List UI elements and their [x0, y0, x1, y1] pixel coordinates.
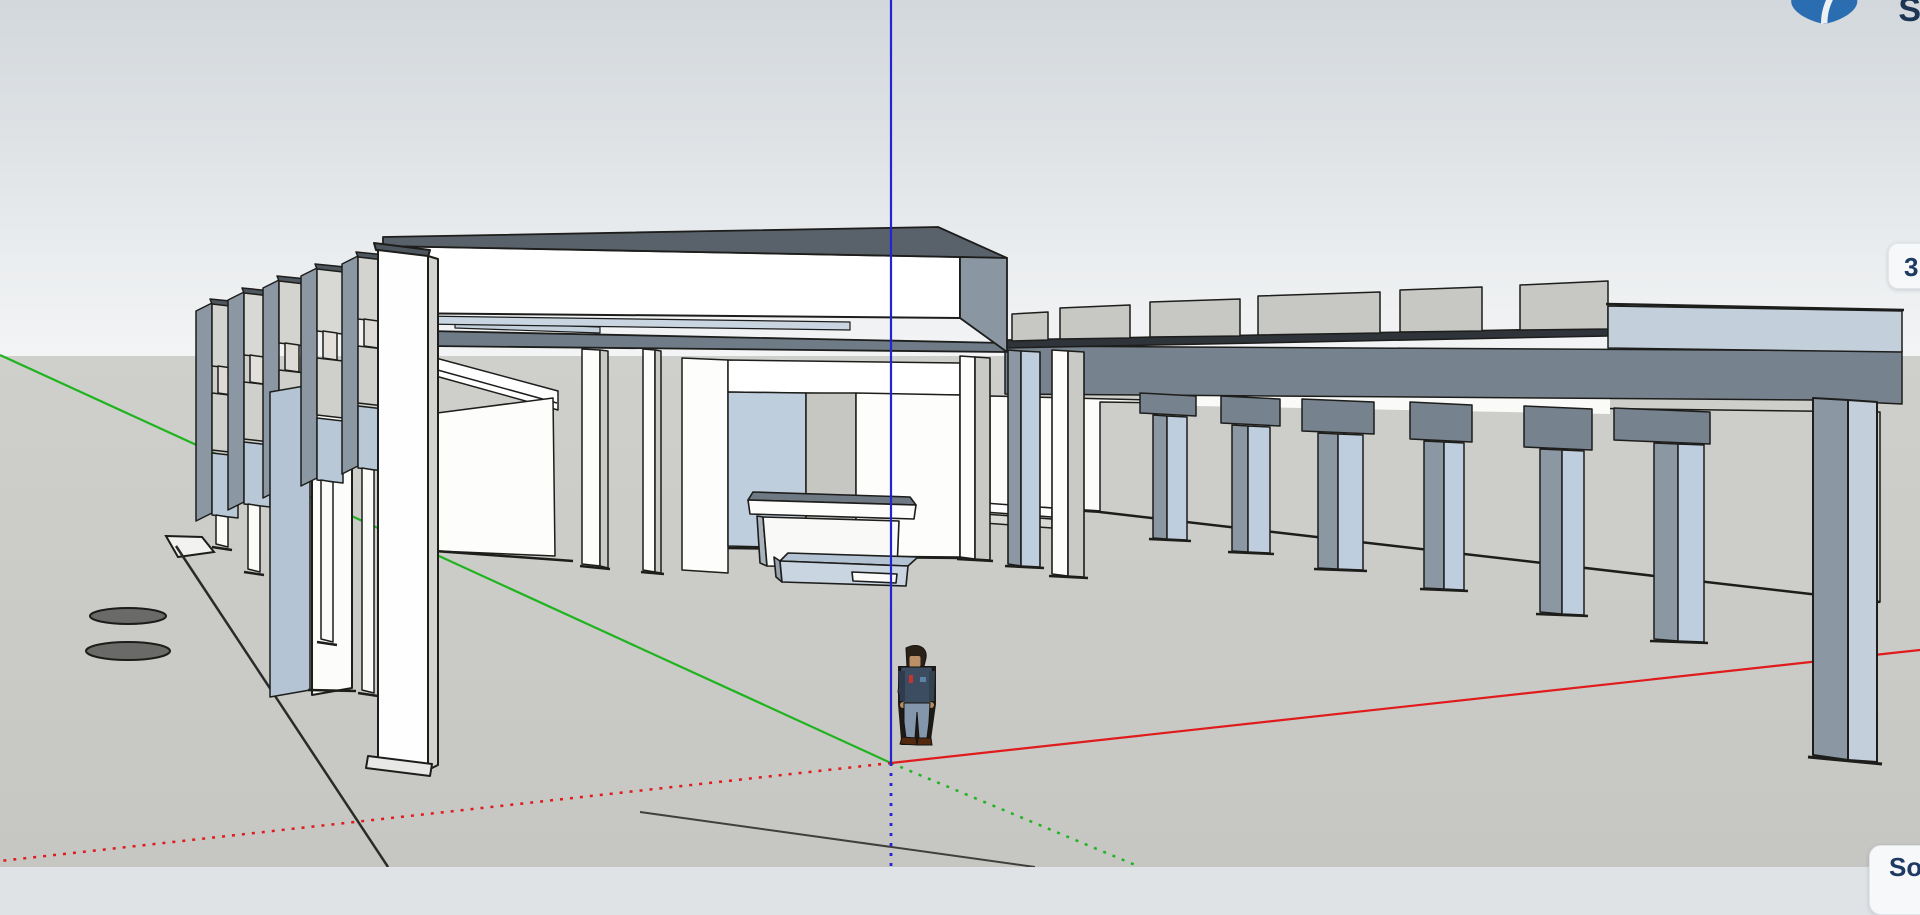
right-corner-column — [1808, 398, 1882, 764]
logo-wordmark-partial: S — [1898, 0, 1920, 25]
center-columns — [957, 350, 1088, 578]
bottom-right-badge-label: Sot — [1889, 852, 1920, 882]
bottom-right-badge[interactable]: Sot — [1869, 845, 1920, 915]
model-viewport[interactable] — [0, 0, 1920, 867]
sketchup-logo-icon — [1788, 0, 1894, 29]
badge-3d-label: 3 — [1904, 252, 1918, 282]
app-watermark: S — [1788, 0, 1920, 29]
right-edge-badge-3d[interactable]: 3 — [1888, 243, 1920, 289]
